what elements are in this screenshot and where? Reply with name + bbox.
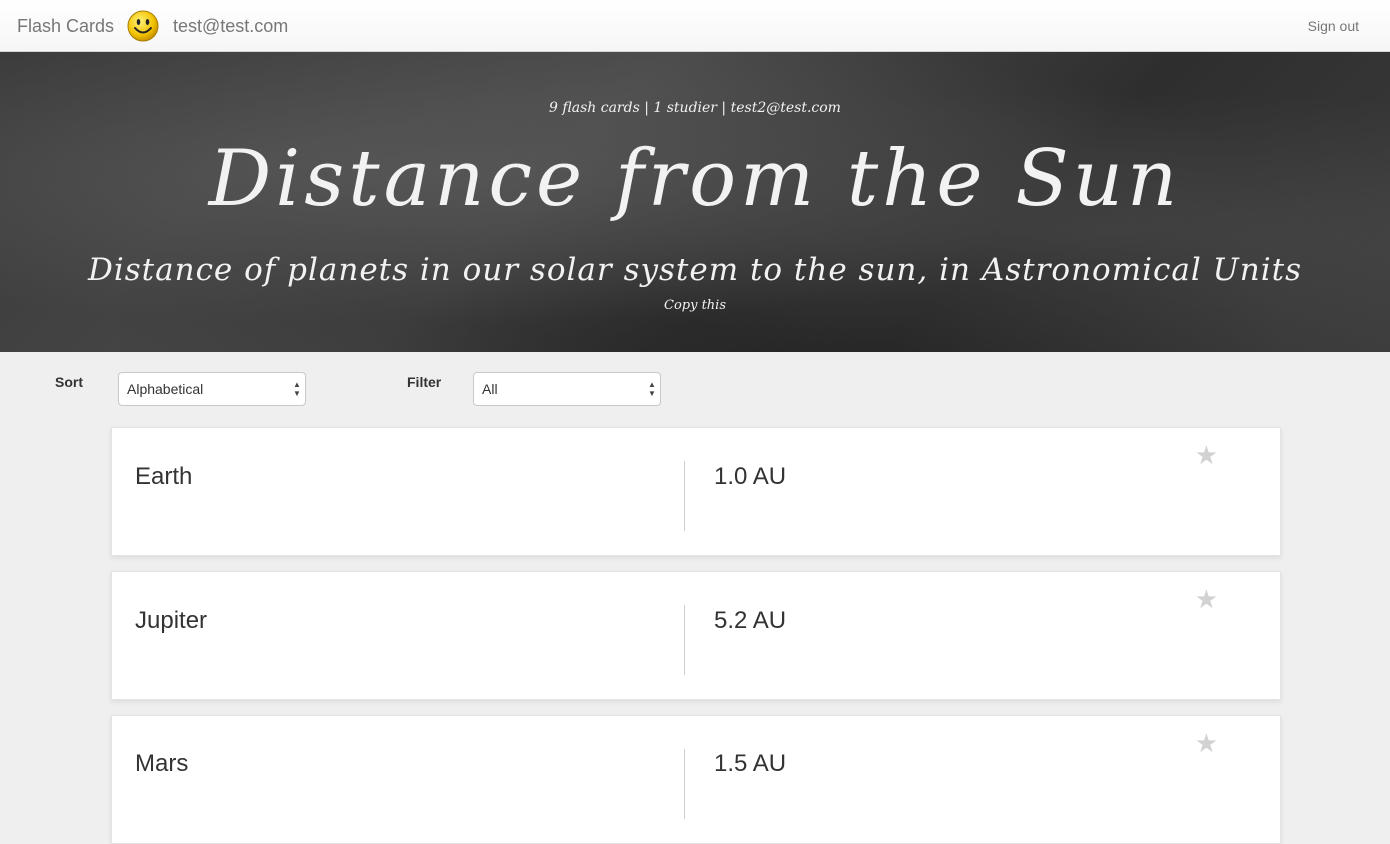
sign-out-link[interactable]: Sign out — [1308, 18, 1359, 34]
sort-select-value: Alphabetical — [127, 381, 204, 397]
star-icon[interactable]: ★ — [1195, 728, 1218, 759]
card-divider — [684, 749, 685, 819]
deck-subtitle: Distance of planets in our solar system … — [87, 252, 1302, 288]
deck-header: 9 flash cards | 1 studier | test2@test.c… — [0, 52, 1390, 352]
card-divider — [684, 605, 685, 675]
filter-select[interactable]: All ▲ ▼ — [473, 372, 661, 406]
flash-card[interactable]: Jupiter 5.2 AU ★ — [111, 571, 1281, 700]
flash-card[interactable]: Mars 1.5 AU ★ — [111, 715, 1281, 844]
flash-card[interactable]: Earth 1.0 AU ★ — [111, 427, 1281, 556]
card-back-text: 5.2 AU — [714, 607, 787, 634]
user-email: test@test.com — [173, 16, 289, 36]
star-icon[interactable]: ★ — [1195, 440, 1218, 471]
navbar: Flash Cards test@test.com Sign out — [0, 0, 1390, 52]
filter-label: Filter — [407, 374, 442, 390]
card-divider — [684, 461, 685, 531]
card-front-text: Mars — [135, 750, 189, 777]
card-back-text: 1.5 AU — [714, 750, 787, 777]
brand-link[interactable]: Flash Cards — [17, 16, 114, 37]
deck-meta: 9 flash cards | 1 studier | test2@test.c… — [549, 100, 841, 116]
sort-label: Sort — [55, 374, 83, 390]
select-arrows-icon: ▲ ▼ — [293, 380, 301, 398]
deck-title: Distance from the Sun — [208, 134, 1182, 224]
card-front-text: Earth — [135, 463, 193, 490]
avatar-smiley-icon — [127, 10, 159, 42]
copy-deck-link[interactable]: Copy this — [0, 298, 1390, 313]
filter-select-value: All — [482, 381, 498, 397]
card-front-text: Jupiter — [135, 607, 208, 634]
star-icon[interactable]: ★ — [1195, 584, 1218, 615]
sort-select[interactable]: Alphabetical ▲ ▼ — [118, 372, 306, 406]
select-arrows-icon: ▲ ▼ — [648, 380, 656, 398]
card-back-text: 1.0 AU — [714, 463, 787, 490]
